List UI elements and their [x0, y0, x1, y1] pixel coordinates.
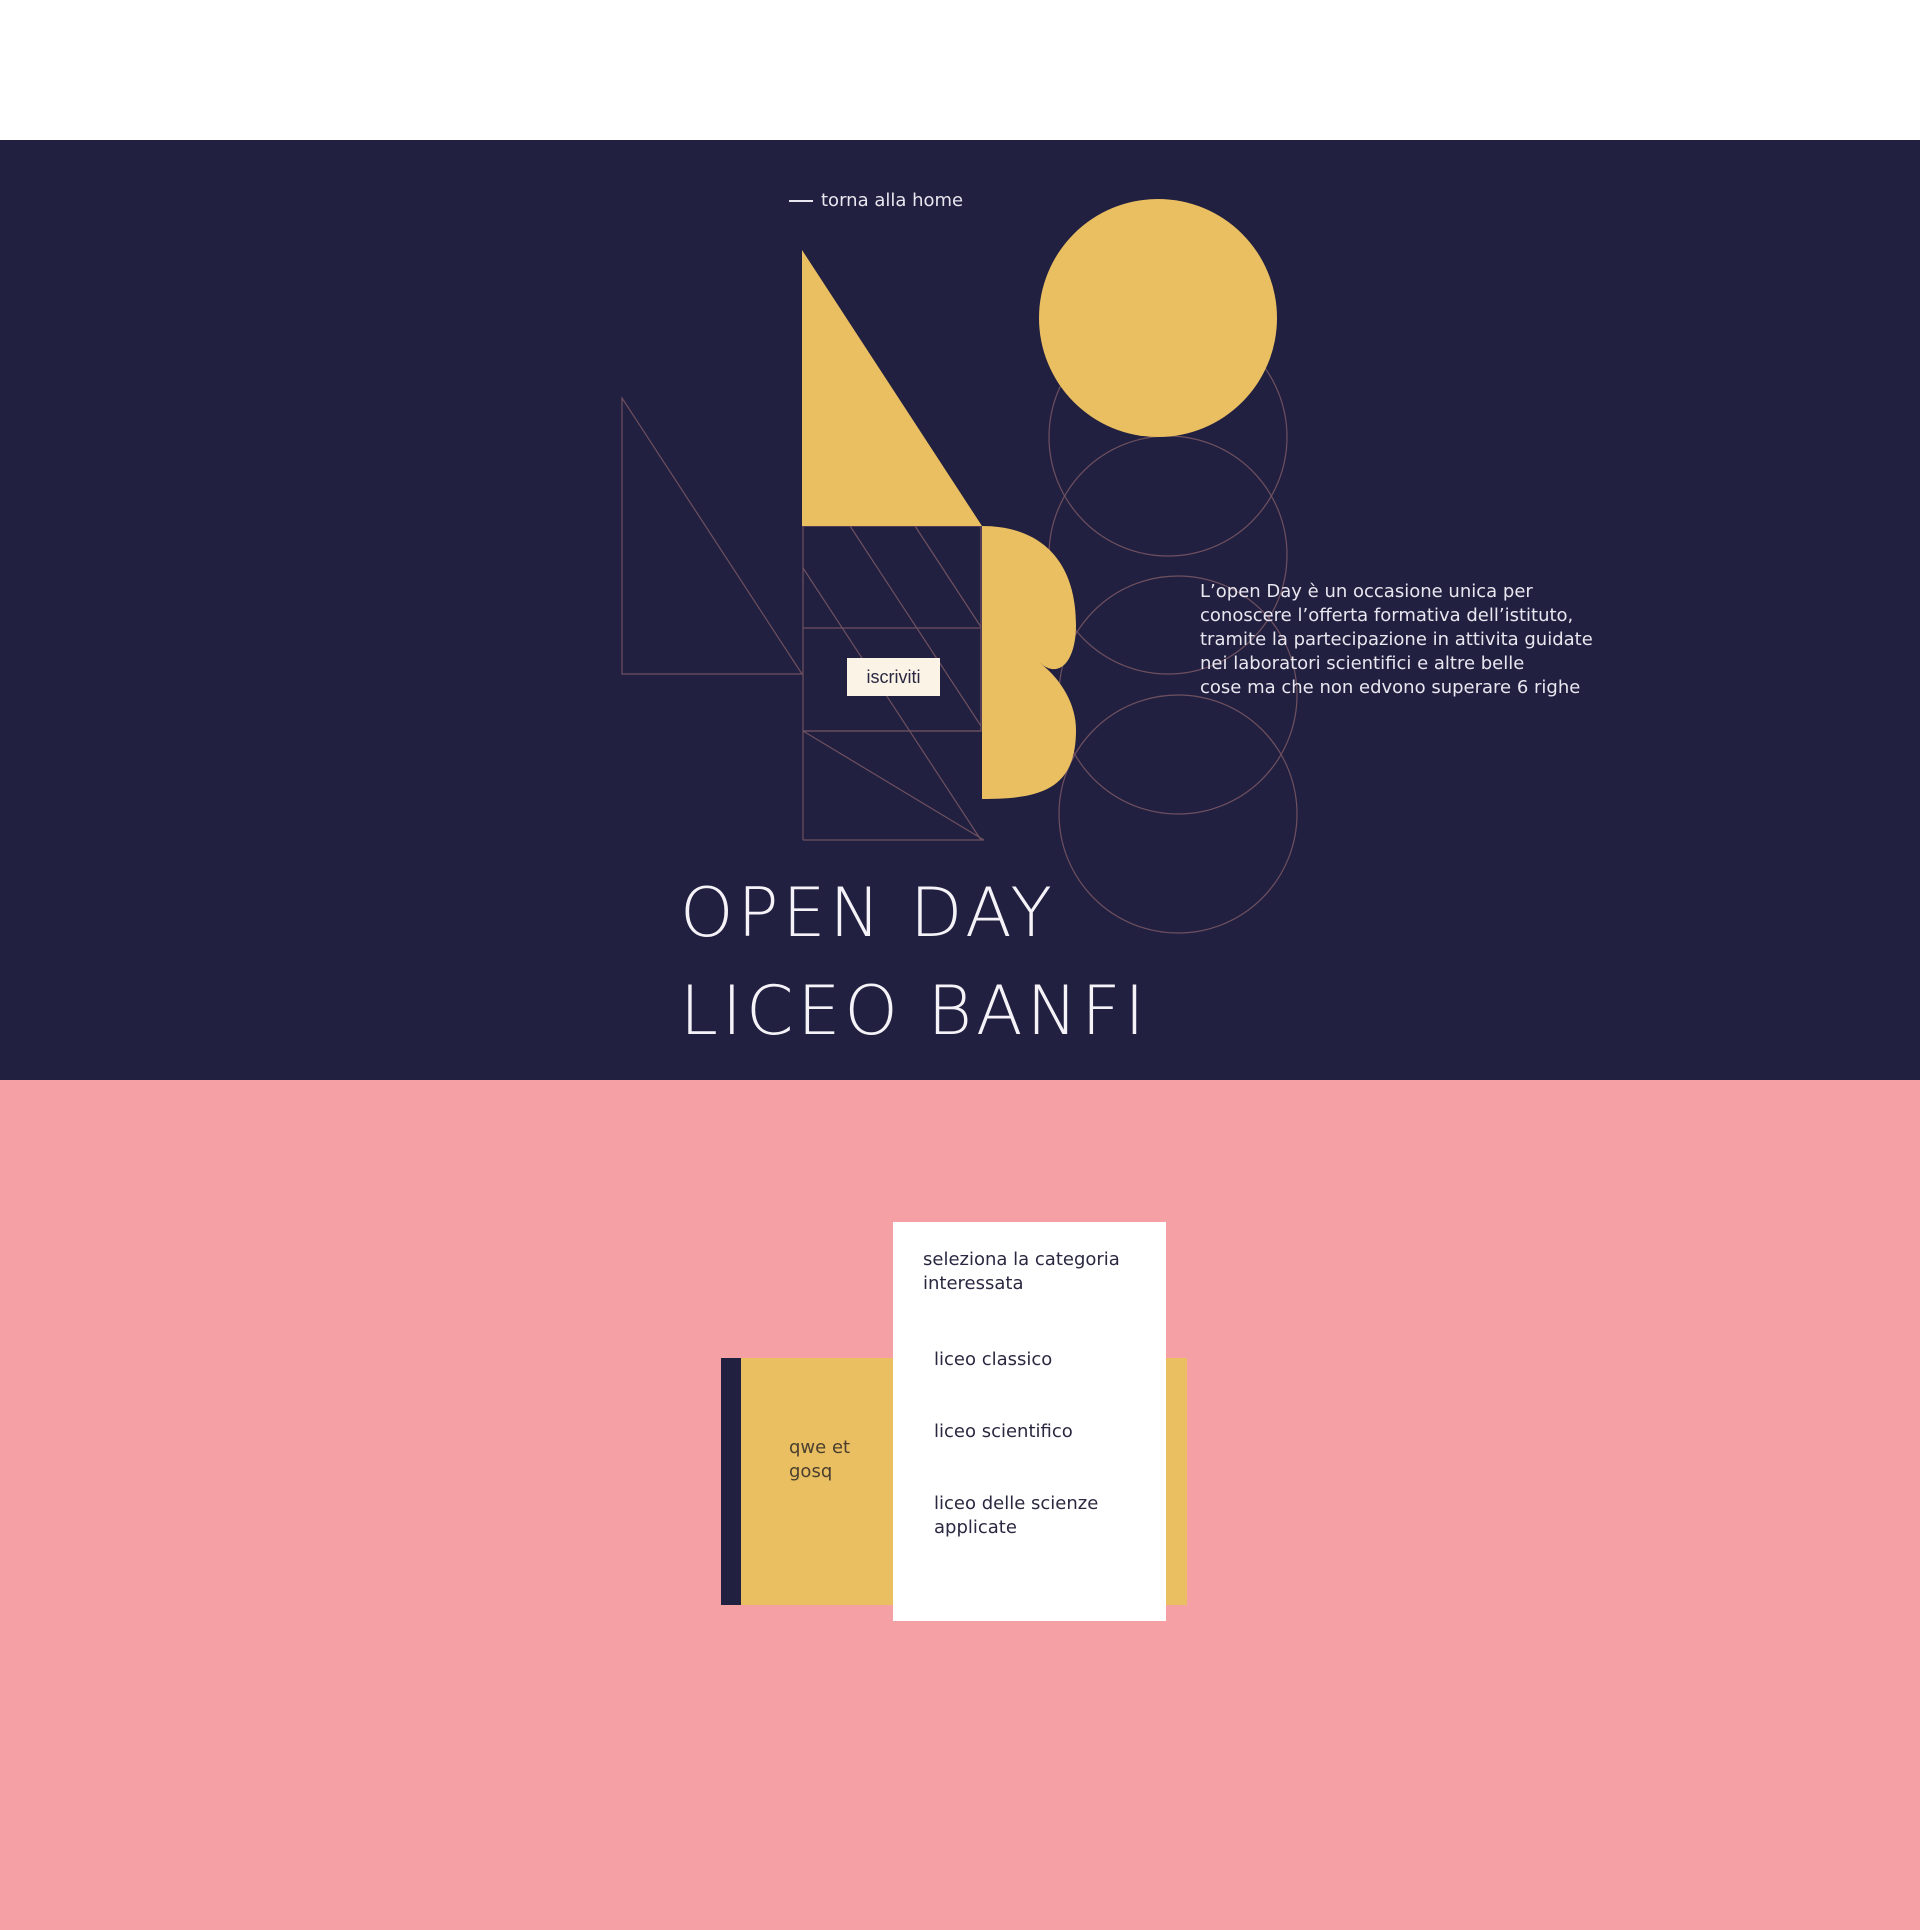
outline-grid-diagonal	[802, 730, 985, 841]
hero-description: L’open Day è un occasione unica per cono…	[1200, 581, 1593, 698]
card-accent-stripe	[721, 1358, 741, 1605]
page-title-line-2: LICEO BANFI	[680, 972, 1149, 1051]
back-home-label: torna alla home	[821, 190, 964, 211]
dash-icon	[789, 199, 813, 202]
page-title: OPEN DAY LICEO BANFI	[680, 865, 1149, 1061]
hero-section: torna alla home iscriviti L’open Day è u…	[0, 140, 1920, 1080]
option-liceo-classico[interactable]: liceo classico	[934, 1348, 1154, 1372]
option-liceo-scienze-applicate[interactable]: liceo delle scienze applicate	[934, 1492, 1154, 1540]
signup-button[interactable]: iscriviti	[847, 658, 940, 696]
page-title-line-1: OPEN DAY	[680, 874, 1056, 953]
top-blank-bar	[0, 0, 1920, 140]
info-card-label: qwe et gosq	[789, 1437, 851, 1482]
back-home-link[interactable]: torna alla home	[789, 190, 963, 211]
outline-triangle-left	[621, 395, 804, 675]
yellow-half-circle-lower	[982, 663, 1076, 799]
yellow-half-circle-upper	[982, 526, 1076, 670]
yellow-triangle	[802, 250, 982, 526]
yellow-circle	[1039, 199, 1277, 437]
dropdown-title: seleziona la categoria interessata	[923, 1249, 1120, 1294]
category-dropdown[interactable]: seleziona la categoria interessata liceo…	[893, 1222, 1166, 1621]
option-liceo-scientifico[interactable]: liceo scientifico	[934, 1420, 1154, 1444]
